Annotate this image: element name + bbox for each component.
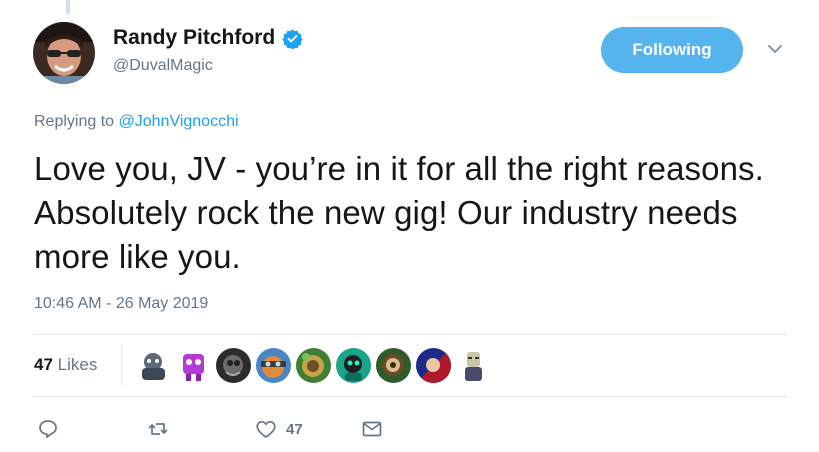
- tweet-timestamp[interactable]: 10:46 AM - 26 May 2019: [34, 294, 208, 314]
- like-count: 47: [286, 420, 303, 438]
- likes-count-label: Likes: [57, 355, 98, 374]
- liker-avatar-2[interactable]: [176, 348, 211, 383]
- divider: [34, 396, 787, 397]
- author-block: Randy Pitchford @DuvalMagic: [113, 25, 303, 76]
- direct-message-button[interactable]: [360, 414, 384, 444]
- author-avatar[interactable]: [33, 22, 95, 84]
- like-button[interactable]: 47: [254, 414, 303, 444]
- reply-icon: [39, 420, 57, 439]
- liker-avatar-4[interactable]: [256, 348, 291, 383]
- liker-avatar-6[interactable]: [336, 348, 371, 383]
- liker-avatar-8[interactable]: [416, 348, 451, 383]
- liker-avatars: [136, 348, 491, 383]
- replying-to-line: Replying to @JohnVignocchi: [34, 112, 239, 132]
- likes-count-link[interactable]: 47 Likes: [34, 354, 97, 376]
- chevron-down-icon[interactable]: [766, 42, 784, 56]
- replying-to-prefix: Replying to: [34, 113, 115, 130]
- thread-connector-line: [66, 0, 70, 14]
- reply-button[interactable]: [36, 414, 60, 444]
- liker-avatar-1[interactable]: [136, 348, 171, 383]
- following-button[interactable]: Following: [601, 27, 743, 73]
- tweet-action-bar: 47: [0, 414, 819, 444]
- liker-avatar-7[interactable]: [376, 348, 411, 383]
- tweet-text: Love you, JV - you’re in it for all the …: [34, 150, 764, 275]
- retweet-icon: [148, 423, 168, 435]
- likes-count-number: 47: [34, 355, 53, 374]
- envelope-icon: [362, 421, 382, 437]
- divider: [34, 334, 787, 335]
- author-handle[interactable]: @DuvalMagic: [113, 56, 303, 76]
- liker-avatar-9[interactable]: [456, 348, 491, 383]
- liker-avatar-3[interactable]: [216, 348, 251, 383]
- author-display-name[interactable]: Randy Pitchford: [113, 25, 275, 51]
- verified-badge-icon: [282, 28, 303, 50]
- heart-icon: [256, 420, 276, 438]
- reply-mention-link[interactable]: @JohnVignocchi: [119, 113, 239, 130]
- likes-separator: [121, 344, 122, 386]
- liker-avatar-5[interactable]: [296, 348, 331, 383]
- retweet-button[interactable]: [146, 414, 170, 444]
